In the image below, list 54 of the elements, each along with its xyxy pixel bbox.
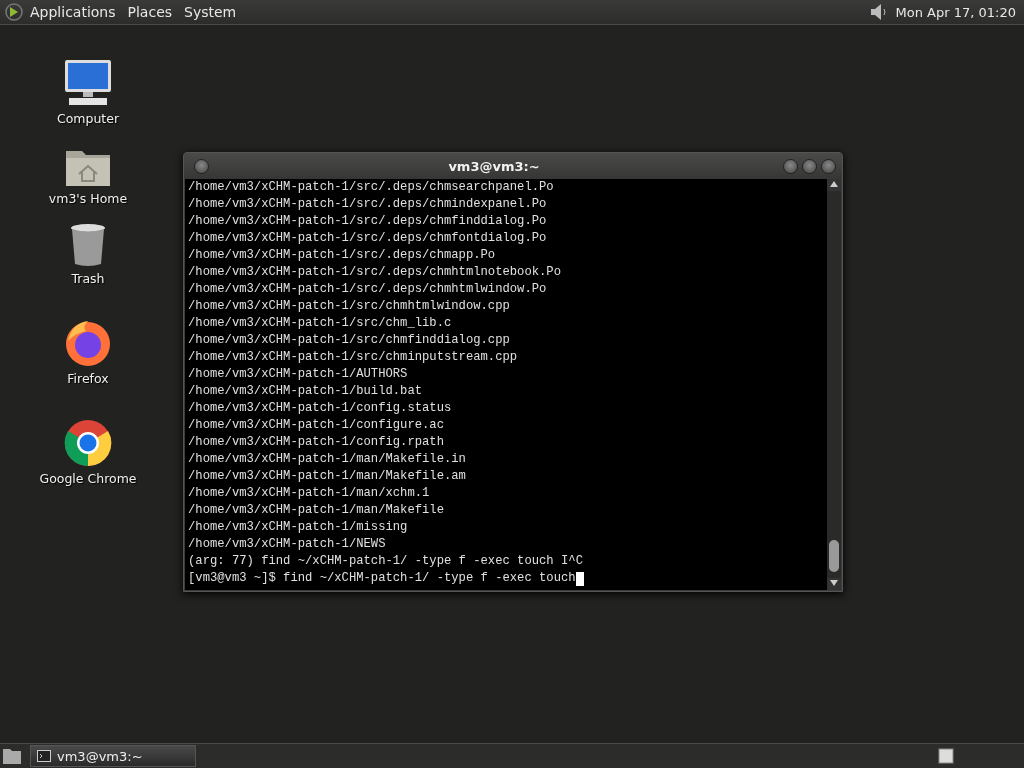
window-menu-button[interactable]	[194, 158, 209, 174]
terminal-line: /home/vm3/xCHM-patch-1/src/.deps/chmhtmlwindow.Po	[188, 281, 548, 298]
panel-clock[interactable]: Mon Apr 17, 01:20	[889, 4, 1020, 20]
terminal-prompt: [vm3@vm3 ~]$ find ~/xCHM-patch-1/ -type f -exec touch	[188, 570, 576, 587]
desktop-icon-label[interactable]: Firefox	[67, 371, 109, 386]
panel-menu[interactable]: Applications	[24, 1, 122, 23]
terminal-line: /home/vm3/xCHM-patch-1/src/.deps/chmhtmlnotebook.Po	[188, 264, 562, 281]
terminal-line: /home/vm3/xCHM-patch-1/config.rpath	[188, 434, 445, 451]
terminal-line: /home/vm3/xCHM-patch-1/src/.deps/chmfontdialog.Po	[188, 230, 548, 247]
trash-icon	[69, 223, 107, 267]
terminal-line: /home/vm3/xCHM-patch-1/man/Makefile.in	[188, 451, 467, 468]
desktop-icon-label[interactable]: Trash	[71, 271, 105, 286]
scrollbar-thumb[interactable]	[829, 540, 839, 572]
terminal-line: /home/vm3/xCHM-patch-1/AUTHORS	[188, 366, 409, 383]
window-title: vm3@vm3:~	[447, 158, 541, 174]
panel-menu[interactable]: System	[178, 1, 243, 23]
terminal-line: /home/vm3/xCHM-patch-1/src/chm_lib.c	[188, 315, 453, 332]
terminal-icon	[37, 750, 51, 762]
minimize-button[interactable]	[783, 158, 798, 174]
terminal-line: /home/vm3/xCHM-patch-1/src/.deps/chmindexpanel.Po	[188, 196, 548, 213]
maximize-button[interactable]	[802, 158, 817, 174]
chrome-icon	[64, 419, 112, 467]
terminal-line: /home/vm3/xCHM-patch-1/src/.deps/chmapp.Po	[188, 247, 497, 264]
terminal-line: /home/vm3/xCHM-patch-1/build.bat	[188, 383, 424, 400]
terminal-line: /home/vm3/xCHM-patch-1/NEWS	[188, 536, 387, 553]
close-button[interactable]	[821, 158, 836, 174]
taskbar-button[interactable]: vm3@vm3:~	[30, 745, 196, 767]
terminal-line: /home/vm3/xCHM-patch-1/man/Makefile	[188, 502, 445, 519]
scroll-up-button[interactable]	[827, 179, 841, 191]
computer-icon	[63, 59, 113, 107]
distro-logo-icon[interactable]	[4, 2, 24, 22]
terminal-line: /home/vm3/xCHM-patch-1/src/chminputstream.cpp	[188, 349, 519, 366]
terminal-line: /home/vm3/xCHM-patch-1/src/chmfinddialog.cpp	[188, 332, 511, 349]
desktop-icon-label[interactable]: Google Chrome	[39, 471, 137, 486]
terminal-line: /home/vm3/xCHM-patch-1/src/.deps/chmfinddialog.Po	[188, 213, 548, 230]
terminal-line: /home/vm3/xCHM-patch-1/man/xchm.1	[188, 485, 431, 502]
terminal-line: /home/vm3/xCHM-patch-1/missing	[188, 519, 409, 536]
terminal-line: /home/vm3/xCHM-patch-1/src/chmhtmlwindow.cpp	[188, 298, 511, 315]
show-desktop-icon[interactable]	[2, 747, 22, 765]
terminal-line: (arg: 77) find ~/xCHM-patch-1/ -type f -exec touch I^C	[188, 553, 584, 570]
terminal-line: /home/vm3/xCHM-patch-1/configure.ac	[188, 417, 445, 434]
workspace-icon[interactable]	[938, 748, 954, 764]
down-arrow-icon	[830, 580, 838, 586]
terminal-line: /home/vm3/xCHM-patch-1/src/.deps/chmsearchpanel.Po	[188, 179, 555, 196]
scroll-down-button[interactable]	[827, 578, 841, 590]
text-cursor	[575, 571, 584, 586]
up-arrow-icon	[830, 181, 838, 187]
panel-menu[interactable]: Places	[121, 1, 179, 23]
firefox-icon	[64, 319, 112, 367]
scrollbar[interactable]	[827, 179, 841, 590]
terminal-line: /home/vm3/xCHM-patch-1/man/Makefile.am	[188, 468, 467, 485]
terminal-line: /home/vm3/xCHM-patch-1/config.status	[188, 400, 453, 417]
desktop-icon-label[interactable]: vm3's Home	[48, 191, 128, 206]
desktop-icon-label[interactable]: Computer	[56, 111, 120, 126]
